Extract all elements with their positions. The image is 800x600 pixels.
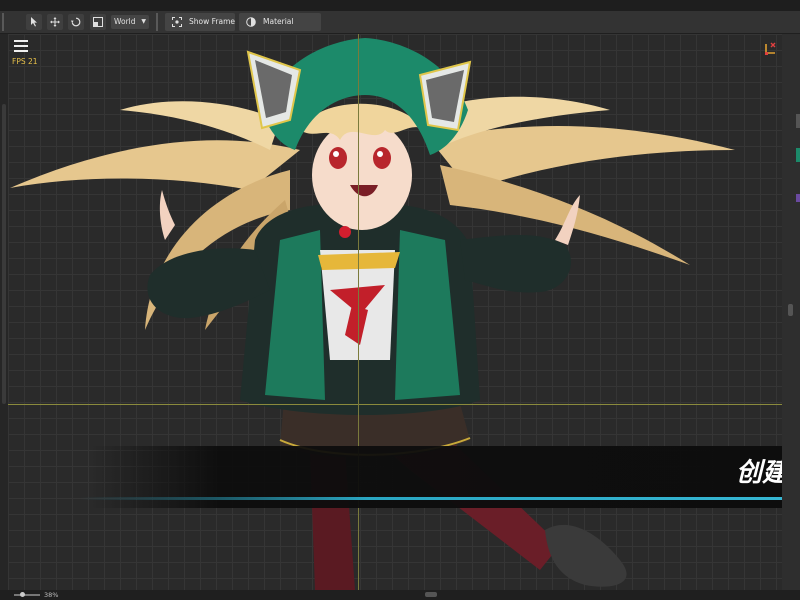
panel-tab[interactable] (796, 114, 800, 128)
banner-accent-line (80, 497, 800, 500)
coordinate-space-select[interactable]: World ▼ (111, 15, 149, 29)
scale-tool-button[interactable] (90, 14, 106, 30)
panel-tab[interactable] (796, 148, 800, 162)
chevron-down-icon: ▼ (141, 18, 146, 25)
toolbar: World ▼ Show Frame Material Library (0, 11, 800, 44)
zoom-level: 38% (44, 591, 59, 599)
rotate-tool-button[interactable] (68, 14, 84, 30)
show-frame-button[interactable]: Show Frame (165, 13, 235, 31)
move-icon (50, 17, 60, 27)
show-frame-label: Show Frame (189, 17, 235, 26)
left-scrollbar[interactable] (2, 104, 6, 404)
material-library-button[interactable]: Material Library (239, 13, 321, 44)
panel-tab[interactable] (796, 194, 800, 202)
cursor-icon (31, 17, 37, 27)
material-sphere-icon (246, 17, 256, 27)
toolbar-separator (156, 13, 158, 31)
axis-gizmo-icon[interactable] (763, 42, 777, 56)
move-tool-button[interactable] (47, 14, 63, 30)
left-panel-rail (0, 34, 8, 590)
title-bar (0, 0, 800, 11)
horizontal-scrollbar[interactable] (425, 592, 437, 597)
hamburger-menu-icon[interactable] (14, 40, 28, 54)
right-panel-rail (782, 34, 800, 590)
zoom-slider[interactable] (14, 594, 40, 596)
rotate-icon (71, 17, 81, 27)
status-bar: 38% (0, 590, 800, 600)
right-scrollbar[interactable] (788, 304, 793, 316)
zoom-slider-knob[interactable] (20, 592, 25, 597)
fps-counter: FPS 21 (12, 57, 38, 66)
scale-icon (93, 17, 103, 27)
ground-horizon-line (8, 404, 782, 405)
toolbar-separator (2, 13, 4, 31)
select-tool-button[interactable] (26, 14, 42, 30)
coordinate-space-value: World (114, 17, 136, 26)
frame-icon (172, 17, 182, 27)
